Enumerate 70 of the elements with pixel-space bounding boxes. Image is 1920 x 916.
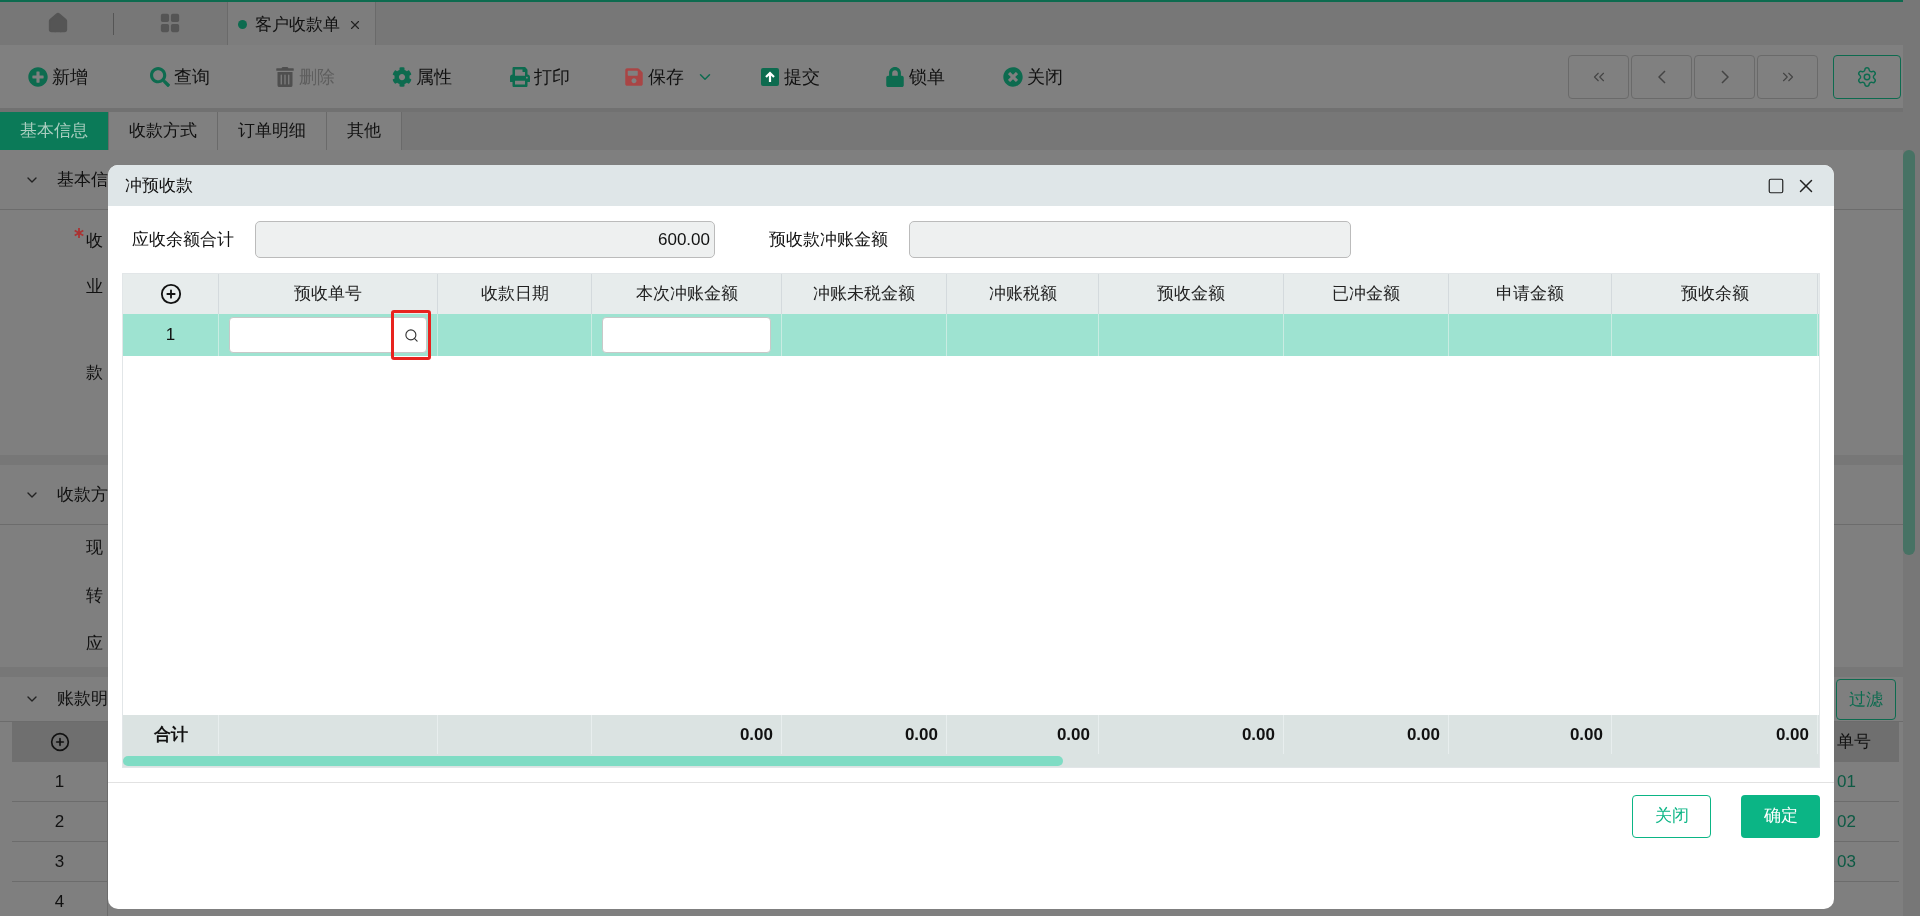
field-label: 收 xyxy=(86,230,103,252)
last-page-button[interactable] xyxy=(1757,55,1818,99)
summary-label: 应收余额合计 xyxy=(132,228,235,251)
confirm-button[interactable]: 确定 xyxy=(1741,794,1820,838)
printer-icon xyxy=(510,67,530,87)
search-icon xyxy=(150,67,170,87)
gear-icon xyxy=(1856,66,1878,88)
form-tab[interactable]: 订单明细 xyxy=(218,112,327,150)
first-page-button[interactable] xyxy=(1568,55,1629,99)
total-value: 0.00 xyxy=(904,723,938,746)
row-number: 3 xyxy=(54,850,65,873)
toolbar-button[interactable]: 属性 xyxy=(392,61,452,93)
summary-field: 600.00 xyxy=(255,221,715,258)
row-number: 2 xyxy=(54,810,65,833)
home-icon[interactable] xyxy=(47,12,69,34)
total-value: 0.00 xyxy=(1056,723,1090,746)
table-cell-text: 01 xyxy=(1837,770,1856,793)
next-button[interactable] xyxy=(1694,55,1755,99)
section-title: 收款方 xyxy=(57,483,108,506)
horizontal-scrollbar[interactable] xyxy=(123,754,1819,767)
form-tab[interactable]: 收款方式 xyxy=(109,112,218,150)
search-icon xyxy=(403,327,419,343)
field-label: 业 xyxy=(86,276,103,298)
document-tab[interactable]: 客户收款单 xyxy=(227,2,376,47)
previous-button[interactable] xyxy=(1631,55,1692,99)
total-value: 0.00 xyxy=(1241,723,1275,746)
maximize-icon[interactable] xyxy=(1767,176,1785,195)
field-label: 现 xyxy=(86,537,103,559)
row-number: 1 xyxy=(165,324,176,347)
toolbar-button[interactable]: 保存 xyxy=(624,61,714,93)
lock-icon xyxy=(885,67,905,87)
chevron-left-icon xyxy=(1657,70,1666,84)
total-value: 0.00 xyxy=(1406,723,1440,746)
add-row-icon[interactable] xyxy=(159,283,182,305)
toolbar-button[interactable]: 新增 xyxy=(28,61,88,93)
toolbar-button[interactable]: 关闭 xyxy=(1003,61,1063,93)
upload-square-icon xyxy=(760,67,780,87)
field-label: 转 xyxy=(86,585,103,607)
settings-button[interactable] xyxy=(1833,55,1901,99)
field-label: 应 xyxy=(86,633,103,655)
total-value: 0.00 xyxy=(1569,723,1603,746)
input-field[interactable] xyxy=(602,317,771,353)
field-label: 款 xyxy=(86,362,103,384)
vertical-scrollbar[interactable] xyxy=(1903,150,1915,555)
totals-label: 合计 xyxy=(153,723,188,746)
form-tab[interactable]: 基本信息 xyxy=(0,112,109,150)
section-title: 账款明 xyxy=(57,688,108,711)
lookup-field[interactable] xyxy=(229,317,427,353)
chevron-right-icon xyxy=(1720,70,1729,84)
toolbar-button[interactable]: 提交 xyxy=(760,61,820,93)
trash-icon xyxy=(275,67,295,87)
cancel-button[interactable]: 关闭 xyxy=(1632,794,1711,838)
table-cell-text: 03 xyxy=(1837,850,1856,873)
row-number: 1 xyxy=(54,770,65,793)
row-number: 4 xyxy=(54,890,65,913)
form-tab[interactable]: 其他 xyxy=(327,112,402,150)
total-value: 0.00 xyxy=(739,723,773,746)
section-title: 基本信 xyxy=(57,168,108,191)
grid-icon[interactable] xyxy=(159,12,181,34)
column-header: 单号 xyxy=(1837,731,1871,754)
toolbar-button[interactable]: 打印 xyxy=(510,61,570,93)
summary-label: 预收款冲账金额 xyxy=(769,228,889,251)
tab-label: 客户收款单 xyxy=(255,13,340,36)
lookup-button[interactable] xyxy=(391,310,431,360)
dialog-title: 冲预收款 xyxy=(125,174,193,197)
toolbar-button[interactable]: 查询 xyxy=(150,61,210,93)
total-value: 0.00 xyxy=(1775,723,1809,746)
toolbar-button[interactable]: 锁单 xyxy=(885,61,945,93)
gear-icon xyxy=(392,67,412,87)
table-cell-text: 02 xyxy=(1837,810,1856,833)
